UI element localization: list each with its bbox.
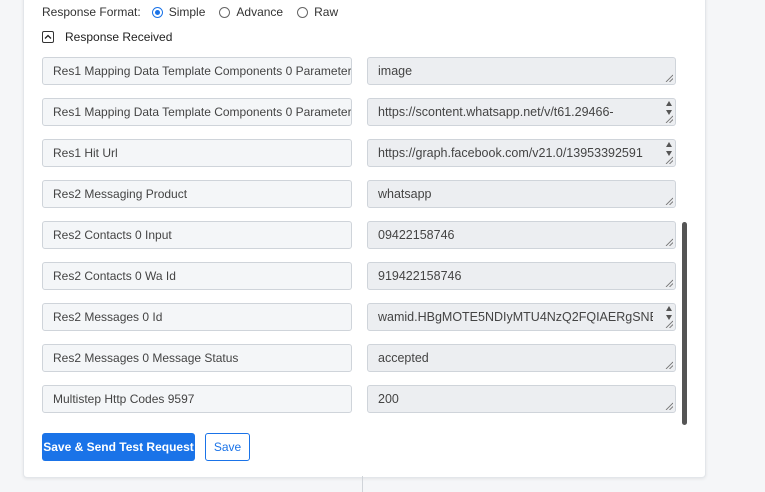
radio-simple[interactable]: Simple bbox=[151, 5, 206, 19]
field-value-textarea[interactable]: https://graph.facebook.com/v21.0/1395339… bbox=[367, 139, 676, 167]
radio-circle-icon bbox=[297, 6, 309, 18]
field-value-textarea[interactable]: accepted bbox=[367, 344, 676, 372]
arrow-up-icon[interactable] bbox=[665, 142, 672, 147]
collapse-toggle-button[interactable] bbox=[42, 31, 54, 43]
field-key-input[interactable]: Res2 Contacts 0 Wa Id bbox=[42, 262, 352, 290]
response-format-label: Response Format: bbox=[42, 5, 141, 19]
field-value-textarea[interactable]: image bbox=[367, 57, 676, 85]
radio-advance-label: Advance bbox=[236, 5, 284, 19]
response-format-row: Response Format: Simple Advance Raw bbox=[42, 5, 352, 19]
field-key-input[interactable]: Res2 Contacts 0 Input bbox=[42, 221, 352, 249]
resize-handle-icon[interactable] bbox=[665, 402, 673, 410]
response-received-header: Response Received bbox=[42, 30, 172, 44]
field-value-textarea[interactable]: whatsapp bbox=[367, 180, 676, 208]
field-row: Res2 Messages 0 Id wamid.HBgMOTE5NDIyMTU4… bbox=[42, 303, 676, 331]
field-key-input[interactable]: Res1 Mapping Data Template Components 0 … bbox=[42, 57, 352, 85]
scroll-arrows-icon[interactable] bbox=[664, 142, 673, 156]
field-key-input[interactable]: Res1 Hit Url bbox=[42, 139, 352, 167]
radio-raw[interactable]: Raw bbox=[297, 5, 338, 19]
field-row: Res1 Mapping Data Template Components 0 … bbox=[42, 98, 676, 126]
radio-circle-icon bbox=[151, 6, 163, 18]
resize-handle-icon[interactable] bbox=[665, 197, 673, 205]
resize-handle-icon[interactable] bbox=[665, 238, 673, 246]
save-button[interactable]: Save bbox=[205, 433, 250, 461]
field-row: Res2 Contacts 0 Input 09422158746 bbox=[42, 221, 676, 249]
field-value-textarea[interactable]: https://scontent.whatsapp.net/v/t61.2946… bbox=[367, 98, 676, 126]
resize-handle-icon[interactable] bbox=[665, 279, 673, 287]
arrow-up-icon[interactable] bbox=[665, 306, 672, 311]
field-value-textarea[interactable]: wamid.HBgMOTE5NDIyMTU4NzQ2FQIAERgSNE bbox=[367, 303, 676, 331]
chevron-up-icon bbox=[44, 34, 52, 39]
divider-line bbox=[362, 476, 363, 492]
radio-raw-label: Raw bbox=[314, 5, 339, 19]
radio-simple-label: Simple bbox=[168, 5, 206, 19]
response-received-label: Response Received bbox=[65, 30, 173, 44]
resize-handle-icon[interactable] bbox=[665, 115, 673, 123]
field-row: Res2 Messaging Product whatsapp bbox=[42, 180, 676, 208]
scrollbar-thumb[interactable] bbox=[682, 222, 687, 425]
resize-handle-icon[interactable] bbox=[665, 74, 673, 82]
field-row: Res2 Messages 0 Message Status accepted bbox=[42, 344, 676, 372]
field-value-text: whatsapp bbox=[378, 187, 432, 201]
field-value-text: wamid.HBgMOTE5NDIyMTU4NzQ2FQIAERgSNE bbox=[378, 310, 653, 324]
resize-handle-icon[interactable] bbox=[665, 361, 673, 369]
field-value-text: 919422158746 bbox=[378, 269, 462, 283]
field-value-textarea[interactable]: 919422158746 bbox=[367, 262, 676, 290]
scroll-arrows-icon[interactable] bbox=[664, 101, 673, 115]
field-value-text: https://scontent.whatsapp.net/v/t61.2946… bbox=[378, 105, 614, 119]
field-key-input[interactable]: Res1 Mapping Data Template Components 0 … bbox=[42, 98, 352, 126]
field-value-text: accepted bbox=[378, 351, 429, 365]
radio-circle-icon bbox=[219, 6, 231, 18]
field-value-text: 200 bbox=[378, 392, 399, 406]
field-key-input[interactable]: Res2 Messages 0 Message Status bbox=[42, 344, 352, 372]
radio-advance[interactable]: Advance bbox=[219, 5, 283, 19]
arrow-up-icon[interactable] bbox=[665, 101, 672, 106]
field-key-input[interactable]: Res2 Messaging Product bbox=[42, 180, 352, 208]
field-key-input[interactable]: Res2 Messages 0 Id bbox=[42, 303, 352, 331]
field-row: Multistep Http Codes 9597 200 bbox=[42, 385, 676, 413]
field-key-input[interactable]: Multistep Http Codes 9597 bbox=[42, 385, 352, 413]
save-send-test-request-button[interactable]: Save & Send Test Request bbox=[42, 433, 195, 461]
field-value-textarea[interactable]: 09422158746 bbox=[367, 221, 676, 249]
scroll-arrows-icon[interactable] bbox=[664, 306, 673, 320]
resize-handle-icon[interactable] bbox=[665, 156, 673, 164]
field-value-textarea[interactable]: 200 bbox=[367, 385, 676, 413]
field-value-text: image bbox=[378, 64, 413, 78]
field-value-text: 09422158746 bbox=[378, 228, 455, 242]
field-row: Res2 Contacts 0 Wa Id 919422158746 bbox=[42, 262, 676, 290]
field-row: Res1 Mapping Data Template Components 0 … bbox=[42, 57, 676, 85]
resize-handle-icon[interactable] bbox=[665, 320, 673, 328]
field-row: Res1 Hit Url https://graph.facebook.com/v… bbox=[42, 139, 676, 167]
field-value-text: https://graph.facebook.com/v21.0/1395339… bbox=[378, 146, 643, 160]
